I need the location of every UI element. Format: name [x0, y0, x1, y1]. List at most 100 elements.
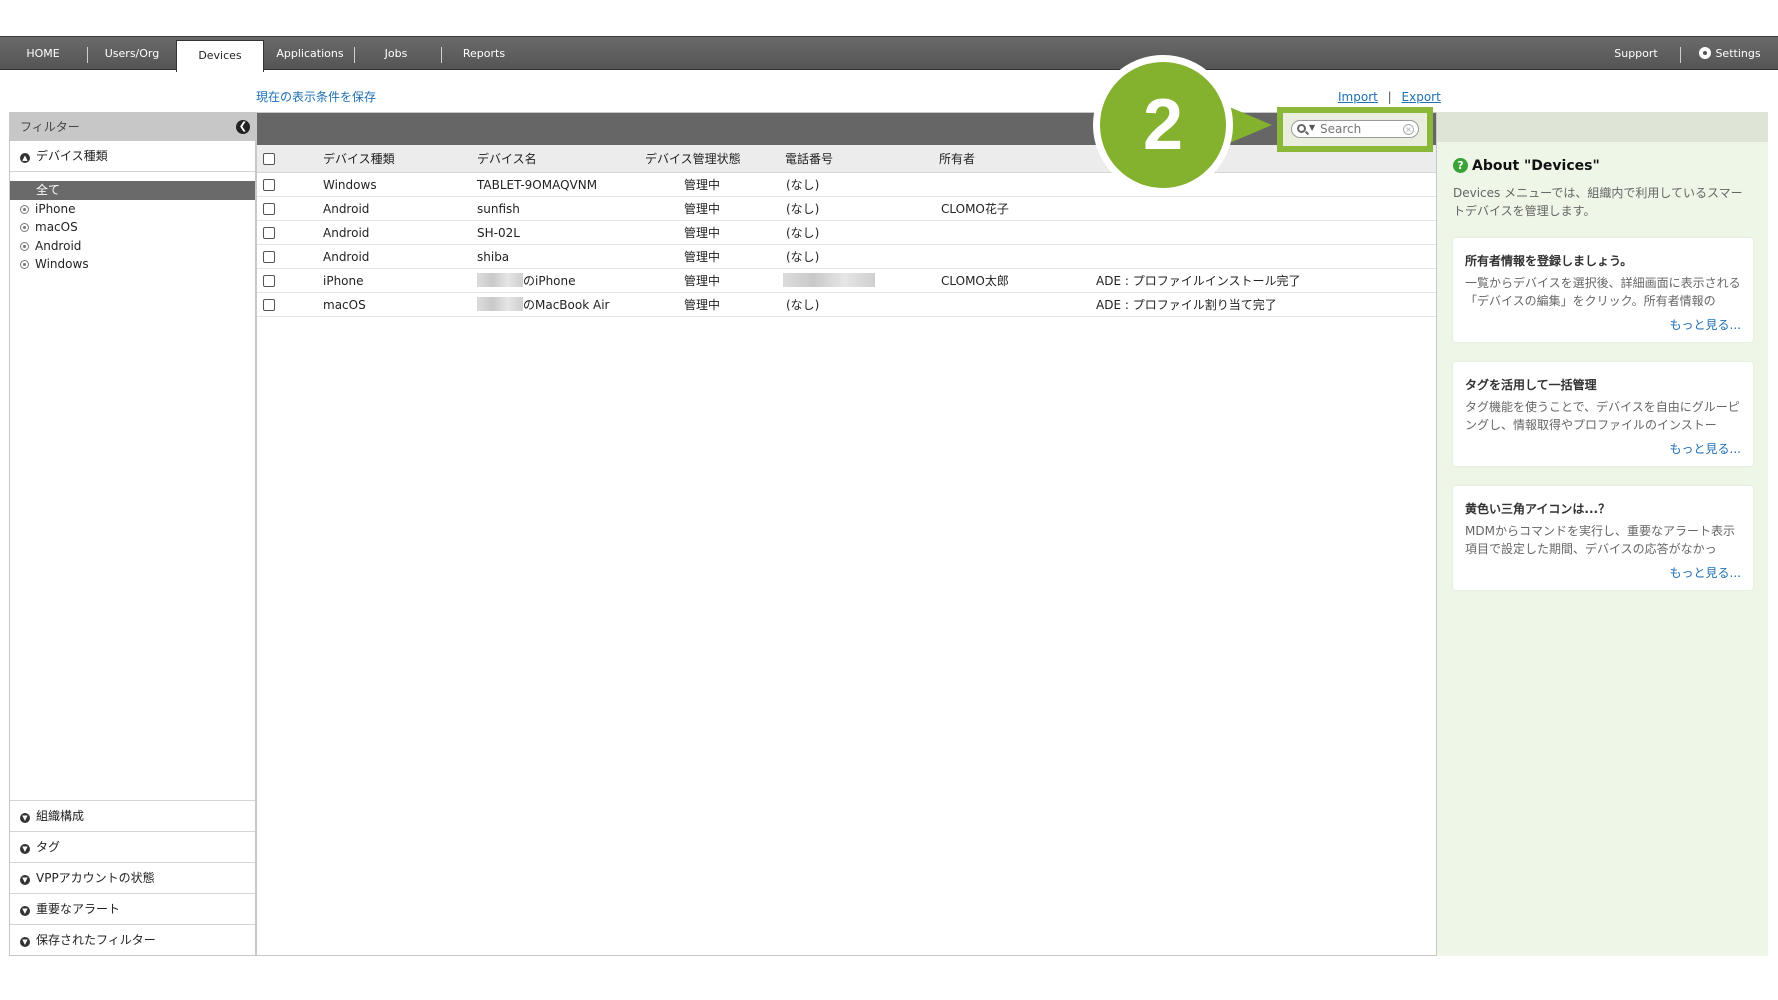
cell-status: 管理中 — [684, 226, 721, 240]
tip-body: 一覧からデバイスを選択後、詳細画面に表示される「デバイスの編集」をクリック。所有… — [1465, 276, 1741, 308]
cell-name: のiPhone — [523, 274, 576, 288]
cell-name-wrap: のMacBook Air — [477, 293, 609, 317]
section-vpp[interactable]: ▼ VPPアカウントの状態 — [10, 862, 255, 893]
tip-title: 黄色い三角アイコンは...？ — [1465, 502, 1611, 516]
about-title: ? About "Devices" — [1453, 158, 1600, 174]
section-org[interactable]: ▼ 組織構成 — [10, 800, 255, 831]
nav-applications[interactable]: Applications — [268, 37, 352, 70]
device-type-windows[interactable]: Windows — [10, 255, 255, 274]
device-type-label: Windows — [35, 257, 89, 271]
device-type-macos[interactable]: macOS — [10, 218, 255, 237]
device-type-android[interactable]: Android — [10, 237, 255, 256]
section-label: タグ — [36, 840, 61, 854]
col-device-name[interactable]: デバイス名 — [477, 145, 537, 173]
nav-settings[interactable]: Settings — [1690, 37, 1770, 70]
cell-name: sunfish — [477, 202, 520, 216]
device-type-all[interactable]: 全て — [10, 181, 255, 200]
cell-phone: (なし) — [786, 298, 820, 312]
redacted-block — [783, 273, 875, 287]
cell-status: 管理中 — [684, 250, 721, 264]
save-view-link[interactable]: 現在の表示条件を保存 — [256, 88, 376, 105]
radio-icon — [20, 260, 29, 269]
cell-name: TABLET-9OMAQVNM — [477, 178, 598, 192]
search-field[interactable]: ▼ × — [1291, 120, 1419, 138]
device-type-label: macOS — [35, 220, 78, 234]
table-row[interactable]: Windows TABLET-9OMAQVNM 管理中 (なし) — [257, 173, 1436, 197]
section-saved-filters[interactable]: ▼ 保存されたフィルター — [10, 924, 255, 955]
search-input[interactable] — [1320, 121, 1404, 137]
col-phone[interactable]: 電話番号 — [785, 145, 833, 173]
table-row[interactable]: macOS のMacBook Air 管理中 (なし) ADE : プロファイル… — [257, 293, 1436, 317]
nav-reports[interactable]: Reports — [448, 37, 520, 70]
row-checkbox[interactable] — [263, 299, 275, 311]
section-alerts[interactable]: ▼ 重要なアラート — [10, 893, 255, 924]
col-management-status[interactable]: デバイス管理状態 — [645, 145, 741, 173]
cell-status: 管理中 — [684, 274, 721, 288]
cell-phone: (なし) — [786, 250, 820, 264]
filter-sections: ▼ 組織構成 ▼ タグ ▼ VPPアカウントの状態 ▼ 重要なアラート ▼ 保存されたフィ… — [10, 800, 255, 955]
cell-owner: CLOMO花子 — [941, 202, 1009, 216]
device-type-list: 全て iPhone macOS Android Windows — [10, 181, 255, 274]
cell-owner: CLOMO太郎 — [941, 274, 1009, 288]
nav-support[interactable]: Support — [1604, 37, 1668, 70]
collapse-sidebar-icon[interactable]: ❮ — [236, 120, 250, 134]
settings-label: Settings — [1715, 47, 1761, 60]
nav-devices[interactable]: Devices — [176, 40, 264, 72]
device-type-label: Android — [35, 238, 82, 253]
cell-phone: (なし) — [786, 202, 820, 216]
chevron-down-icon: ▼ — [20, 906, 30, 916]
chevron-down-icon: ▼ — [20, 813, 30, 823]
help-icon: ? — [1453, 158, 1468, 173]
about-panel-header — [1437, 112, 1768, 142]
section-label: 組織構成 — [36, 809, 85, 823]
about-title-text: About "Devices" — [1472, 158, 1600, 174]
device-type-section-header[interactable]: ▲ デバイス種類 — [10, 141, 255, 172]
table-header: デバイス種類 デバイス名 デバイス管理状態 電話番号 所有者 — [257, 145, 1436, 173]
row-checkbox[interactable] — [263, 275, 275, 287]
clear-search-icon[interactable]: × — [1403, 124, 1414, 135]
device-type-label: iPhone — [35, 201, 76, 216]
chevron-up-icon: ▲ — [20, 153, 30, 163]
cell-note: ADE : プロファイルインストール完了 — [1096, 274, 1301, 288]
about-panel: ? About "Devices" Devices メニューでは、組織内で利用して… — [1437, 142, 1768, 956]
tip-body: MDMからコマンドを実行し、重要なアラート表示項目で設定した期間、デバイスの応答… — [1465, 524, 1735, 556]
chevron-down-icon: ▼ — [20, 875, 30, 885]
step-callout-badge: 2 — [1093, 55, 1233, 195]
tip-title: 所有者情報を登録しましょう。 — [1465, 254, 1633, 268]
chevron-down-icon: ▼ — [20, 937, 30, 947]
row-checkbox[interactable] — [263, 227, 275, 239]
device-type-label: デバイス種類 — [36, 149, 108, 163]
nav-separator — [441, 47, 442, 63]
row-checkbox[interactable] — [263, 203, 275, 215]
gear-icon — [1699, 47, 1712, 59]
dropdown-caret-icon[interactable]: ▼ — [1309, 123, 1315, 132]
read-more-link[interactable]: もっと見る... — [1670, 440, 1741, 457]
cell-name: のMacBook Air — [523, 298, 610, 312]
table-row[interactable]: Android sunfish 管理中 (なし) CLOMO花子 — [257, 197, 1436, 221]
tip-body: タグ機能を使うことで、デバイスを自由にグルーピングし、情報取得やプロファイルのイ… — [1465, 400, 1740, 432]
tip-card: 所有者情報を登録しましょう。 一覧からデバイスを選択後、詳細画面に表示される「デ… — [1453, 238, 1753, 342]
select-all-checkbox[interactable] — [263, 153, 275, 165]
row-checkbox[interactable] — [263, 251, 275, 263]
table-row[interactable]: Android shiba 管理中 (なし) — [257, 245, 1436, 269]
section-label: VPPアカウントの状態 — [36, 871, 155, 885]
row-checkbox[interactable] — [263, 179, 275, 191]
col-owner[interactable]: 所有者 — [939, 145, 975, 173]
export-link[interactable]: Export — [1402, 90, 1441, 104]
cell-phone-wrap — [783, 269, 875, 293]
section-tags[interactable]: ▼ タグ — [10, 831, 255, 862]
col-device-type[interactable]: デバイス種類 — [323, 145, 395, 173]
device-type-iphone[interactable]: iPhone — [10, 200, 255, 219]
import-link[interactable]: Import — [1338, 90, 1378, 104]
redacted-block — [477, 273, 523, 287]
read-more-link[interactable]: もっと見る... — [1670, 564, 1741, 581]
nav-home[interactable]: HOME — [10, 37, 76, 70]
cell-name: SH-02L — [477, 226, 520, 240]
nav-jobs[interactable]: Jobs — [362, 37, 430, 70]
about-description: Devices メニューでは、組織内で利用しているスマートデバイスを管理します。 — [1453, 186, 1743, 218]
table-row[interactable]: iPhone のiPhone 管理中 CLOMO太郎 ADE : プロファイルイ… — [257, 269, 1436, 293]
table-row[interactable]: Android SH-02L 管理中 (なし) — [257, 221, 1436, 245]
read-more-link[interactable]: もっと見る... — [1670, 316, 1741, 333]
nav-users-org[interactable]: Users/Org — [92, 37, 172, 70]
nav-separator — [354, 47, 355, 63]
